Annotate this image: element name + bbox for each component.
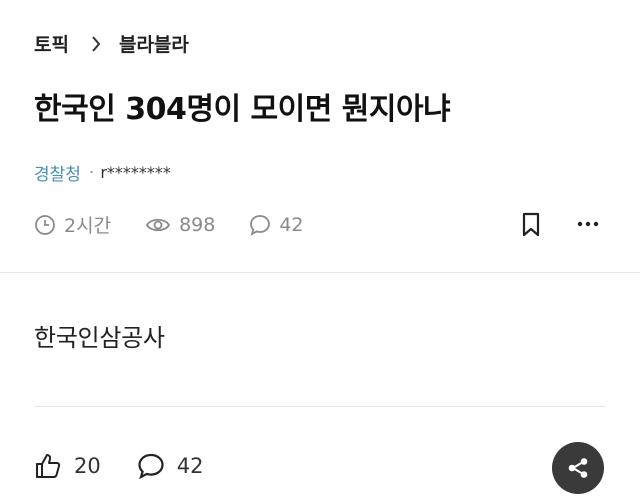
comment-count: 42 [249,213,304,236]
time-ago: 2시간 [34,211,111,238]
post-meta: 2시간 898 42 [34,211,338,238]
breadcrumb-parent[interactable]: 토픽 [34,30,69,57]
comment-icon [138,453,164,480]
share-icon [568,458,588,478]
eye-icon [146,218,171,231]
breadcrumb: 토픽 블라블라 [34,30,189,57]
post-body: 한국인삼공사 [34,324,165,352]
chevron-right-icon [91,35,101,52]
more-options-button[interactable] [576,214,600,238]
bookmark-icon [522,212,540,237]
time-ago-text: 2시간 [64,215,112,237]
share-button[interactable] [552,442,604,494]
author-company[interactable]: 경찰청 [34,160,81,185]
more-icon [577,221,599,227]
author-separator: · [88,162,95,183]
post-title: 한국인 304명이 모이면 뭔지아냐 [34,92,451,127]
like-count: 20 [74,454,101,478]
breadcrumb-current[interactable]: 블라블라 [119,30,189,57]
clock-icon [35,214,55,235]
comment-icon [250,214,271,236]
post-actions: 20 42 [34,452,239,480]
author-info: 경찰청 · r******** [34,160,171,186]
header-divider [0,272,640,273]
bookmark-button[interactable] [520,212,542,242]
view-count-text: 898 [179,213,216,236]
comment-button[interactable]: 42 [137,452,204,480]
like-button[interactable]: 20 [34,452,101,480]
body-divider [34,406,606,407]
comment-count-text: 42 [279,213,304,236]
view-count: 898 [145,214,215,236]
comment-action-count: 42 [176,454,204,478]
thumbs-up-icon [36,454,61,478]
author-id: r******** [100,163,171,182]
